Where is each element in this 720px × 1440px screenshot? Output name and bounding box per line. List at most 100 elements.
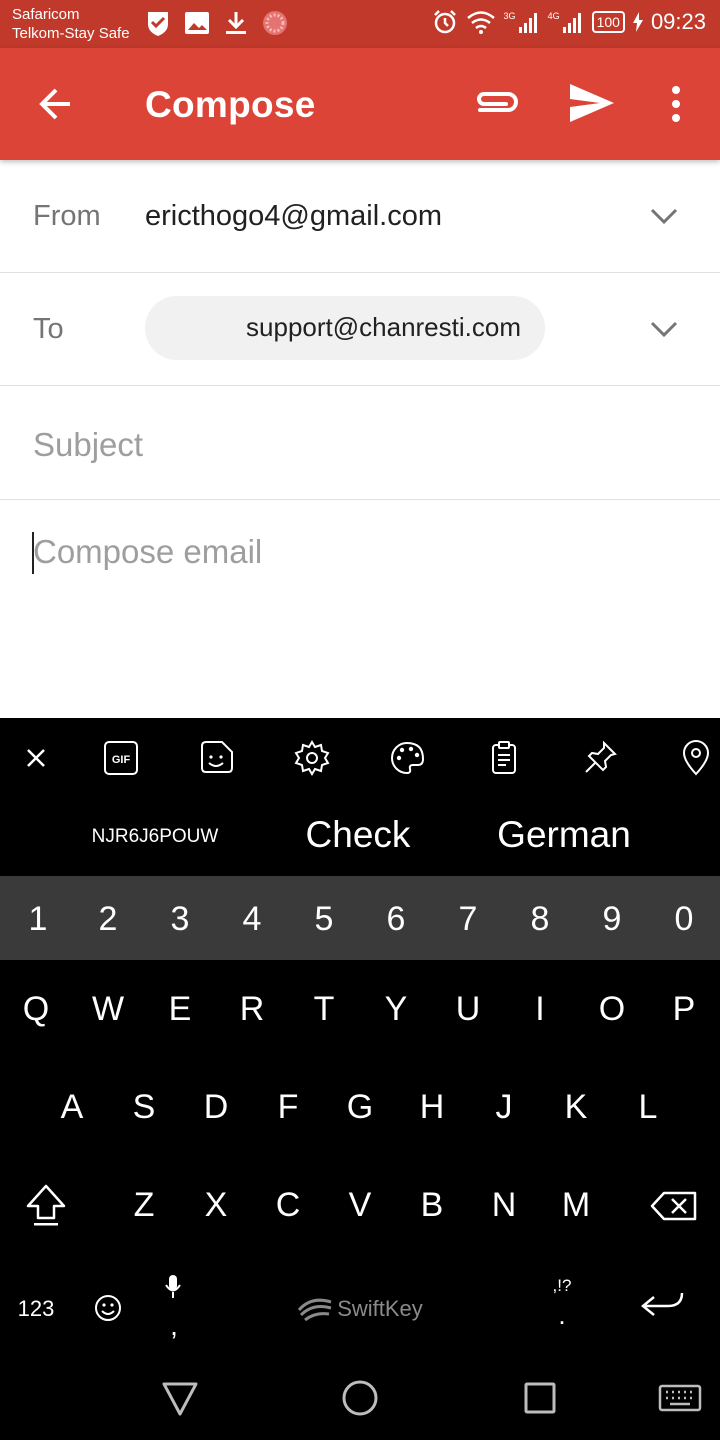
- number-row: 1 2 3 4 5 6 7 8 9 0: [0, 876, 720, 960]
- period-key[interactable]: .: [526, 1300, 598, 1331]
- download-icon: [226, 12, 246, 34]
- net-type-1: 3G: [503, 11, 516, 21]
- key-e[interactable]: E: [144, 990, 216, 1029]
- close-icon[interactable]: [16, 738, 56, 778]
- send-icon[interactable]: [566, 80, 618, 126]
- recents-square-icon[interactable]: [520, 1378, 560, 1418]
- key-y[interactable]: Y: [360, 990, 432, 1029]
- spacebar[interactable]: SwiftKey: [220, 1292, 500, 1326]
- key-u[interactable]: U: [432, 990, 504, 1029]
- key-r[interactable]: R: [216, 990, 288, 1029]
- back-arrow-icon[interactable]: [30, 78, 82, 130]
- attachment-icon[interactable]: [470, 82, 522, 126]
- spacebar-brand: SwiftKey: [337, 1296, 423, 1321]
- chevron-down-icon[interactable]: [648, 206, 680, 226]
- system-status: 3G 4G 100 09:23: [432, 9, 706, 35]
- page-title: Compose: [145, 84, 316, 125]
- app-bar: Compose: [0, 48, 720, 160]
- wifi-icon: [466, 11, 495, 34]
- key-a[interactable]: A: [36, 1088, 108, 1127]
- key-0[interactable]: 0: [648, 900, 720, 939]
- keyboard-toolbar: GIF: [0, 718, 720, 798]
- key-g[interactable]: G: [324, 1088, 396, 1127]
- key-x[interactable]: X: [180, 1186, 252, 1225]
- more-options-icon[interactable]: [660, 80, 692, 128]
- microphone-icon[interactable]: [164, 1274, 182, 1300]
- from-account[interactable]: ericthogo4@gmail.com: [145, 200, 442, 233]
- theme-palette-icon[interactable]: [387, 738, 427, 778]
- battery-indicator: 100: [591, 11, 625, 33]
- key-b[interactable]: B: [396, 1186, 468, 1225]
- key-7[interactable]: 7: [432, 900, 504, 939]
- carrier-2: Telkom-Stay Safe: [12, 25, 130, 42]
- home-circle-icon[interactable]: [340, 1378, 380, 1418]
- key-5[interactable]: 5: [288, 900, 360, 939]
- key-k[interactable]: K: [540, 1088, 612, 1127]
- to-row[interactable]: To support@chanresti.com: [0, 273, 720, 386]
- suggestion-3[interactable]: German: [466, 814, 662, 856]
- key-w[interactable]: W: [72, 990, 144, 1029]
- signal-4g: 4G: [548, 11, 584, 33]
- key-z[interactable]: Z: [108, 1186, 180, 1225]
- subject-field[interactable]: Subject: [0, 386, 720, 500]
- key-8[interactable]: 8: [504, 900, 576, 939]
- recipient-chip[interactable]: support@chanresti.com: [145, 296, 545, 360]
- suggestion-2[interactable]: Check: [258, 814, 458, 856]
- key-t[interactable]: T: [288, 990, 360, 1029]
- keyboard-switch-icon[interactable]: [658, 1378, 702, 1418]
- suggestion-1[interactable]: NJR6J6POUW: [60, 826, 250, 848]
- settings-gear-icon[interactable]: [292, 738, 332, 778]
- back-triangle-icon[interactable]: [160, 1378, 200, 1418]
- shift-arrow-icon[interactable]: [24, 1182, 68, 1228]
- key-o[interactable]: O: [576, 990, 648, 1029]
- gif-icon[interactable]: GIF: [101, 738, 141, 778]
- key-9[interactable]: 9: [576, 900, 648, 939]
- from-label: From: [33, 200, 101, 232]
- net-type-2: 4G: [547, 11, 560, 21]
- enter-icon[interactable]: [638, 1290, 686, 1320]
- key-c[interactable]: C: [252, 1186, 324, 1225]
- image-icon: [185, 12, 209, 34]
- alarm-icon: [433, 10, 456, 34]
- key-l[interactable]: L: [612, 1088, 684, 1127]
- key-q[interactable]: Q: [0, 990, 72, 1029]
- pin-icon[interactable]: [580, 738, 620, 778]
- key-n[interactable]: N: [468, 1186, 540, 1225]
- key-row-3: Z X C V B N M: [0, 1156, 720, 1254]
- clipboard-icon[interactable]: [484, 738, 524, 778]
- key-j[interactable]: J: [468, 1088, 540, 1127]
- emoji-icon[interactable]: [94, 1294, 122, 1322]
- key-p[interactable]: P: [648, 990, 720, 1029]
- key-row-2: A S D F G H J K L: [0, 1058, 720, 1156]
- key-h[interactable]: H: [396, 1088, 468, 1127]
- key-d[interactable]: D: [180, 1088, 252, 1127]
- signal-3g: 3G: [504, 11, 540, 33]
- backspace-icon[interactable]: [650, 1190, 698, 1222]
- keyboard: GIF NJR6J6POUW Check German 1 2 3 4 5 6 …: [0, 718, 720, 1358]
- app-notification-icon: [263, 11, 287, 35]
- key-v[interactable]: V: [324, 1186, 396, 1225]
- key-6[interactable]: 6: [360, 900, 432, 939]
- swiftkey-logo-icon: [298, 1298, 332, 1322]
- body-placeholder: Compose email: [33, 533, 263, 570]
- key-3[interactable]: 3: [144, 900, 216, 939]
- numbers-toggle-key[interactable]: 123: [0, 1296, 72, 1322]
- sticker-icon[interactable]: [196, 738, 236, 778]
- key-i[interactable]: I: [504, 990, 576, 1029]
- key-4[interactable]: 4: [216, 900, 288, 939]
- compose-body-field[interactable]: Compose email: [0, 500, 720, 718]
- key-row-4: 123 , SwiftKey ,!? .: [0, 1254, 720, 1352]
- signal-icon: [562, 13, 581, 33]
- charging-icon: [632, 12, 643, 32]
- location-icon[interactable]: [676, 738, 716, 778]
- comma-key[interactable]: ,: [138, 1310, 210, 1342]
- key-s[interactable]: S: [108, 1088, 180, 1127]
- key-m[interactable]: M: [540, 1186, 612, 1225]
- to-label: To: [33, 313, 64, 345]
- shield-check-icon: [148, 12, 168, 36]
- key-2[interactable]: 2: [72, 900, 144, 939]
- key-1[interactable]: 1: [2, 900, 74, 939]
- key-f[interactable]: F: [252, 1088, 324, 1127]
- from-row[interactable]: From ericthogo4@gmail.com: [0, 160, 720, 273]
- chevron-down-icon[interactable]: [648, 319, 680, 339]
